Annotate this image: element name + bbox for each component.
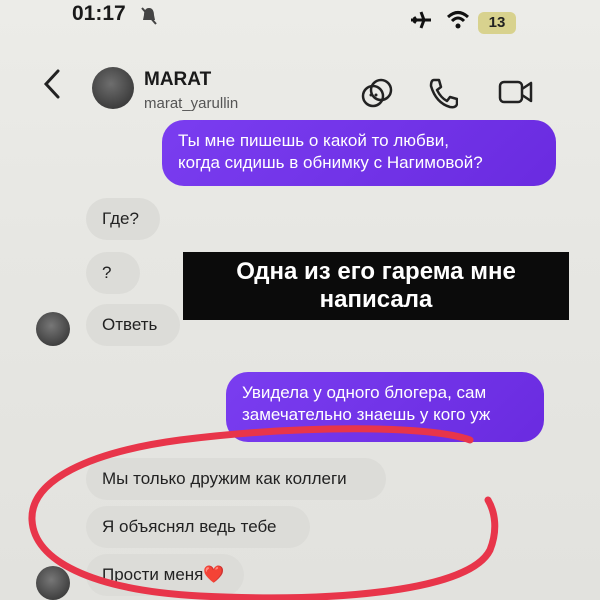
red-circle-annotation: [28, 425, 499, 600]
